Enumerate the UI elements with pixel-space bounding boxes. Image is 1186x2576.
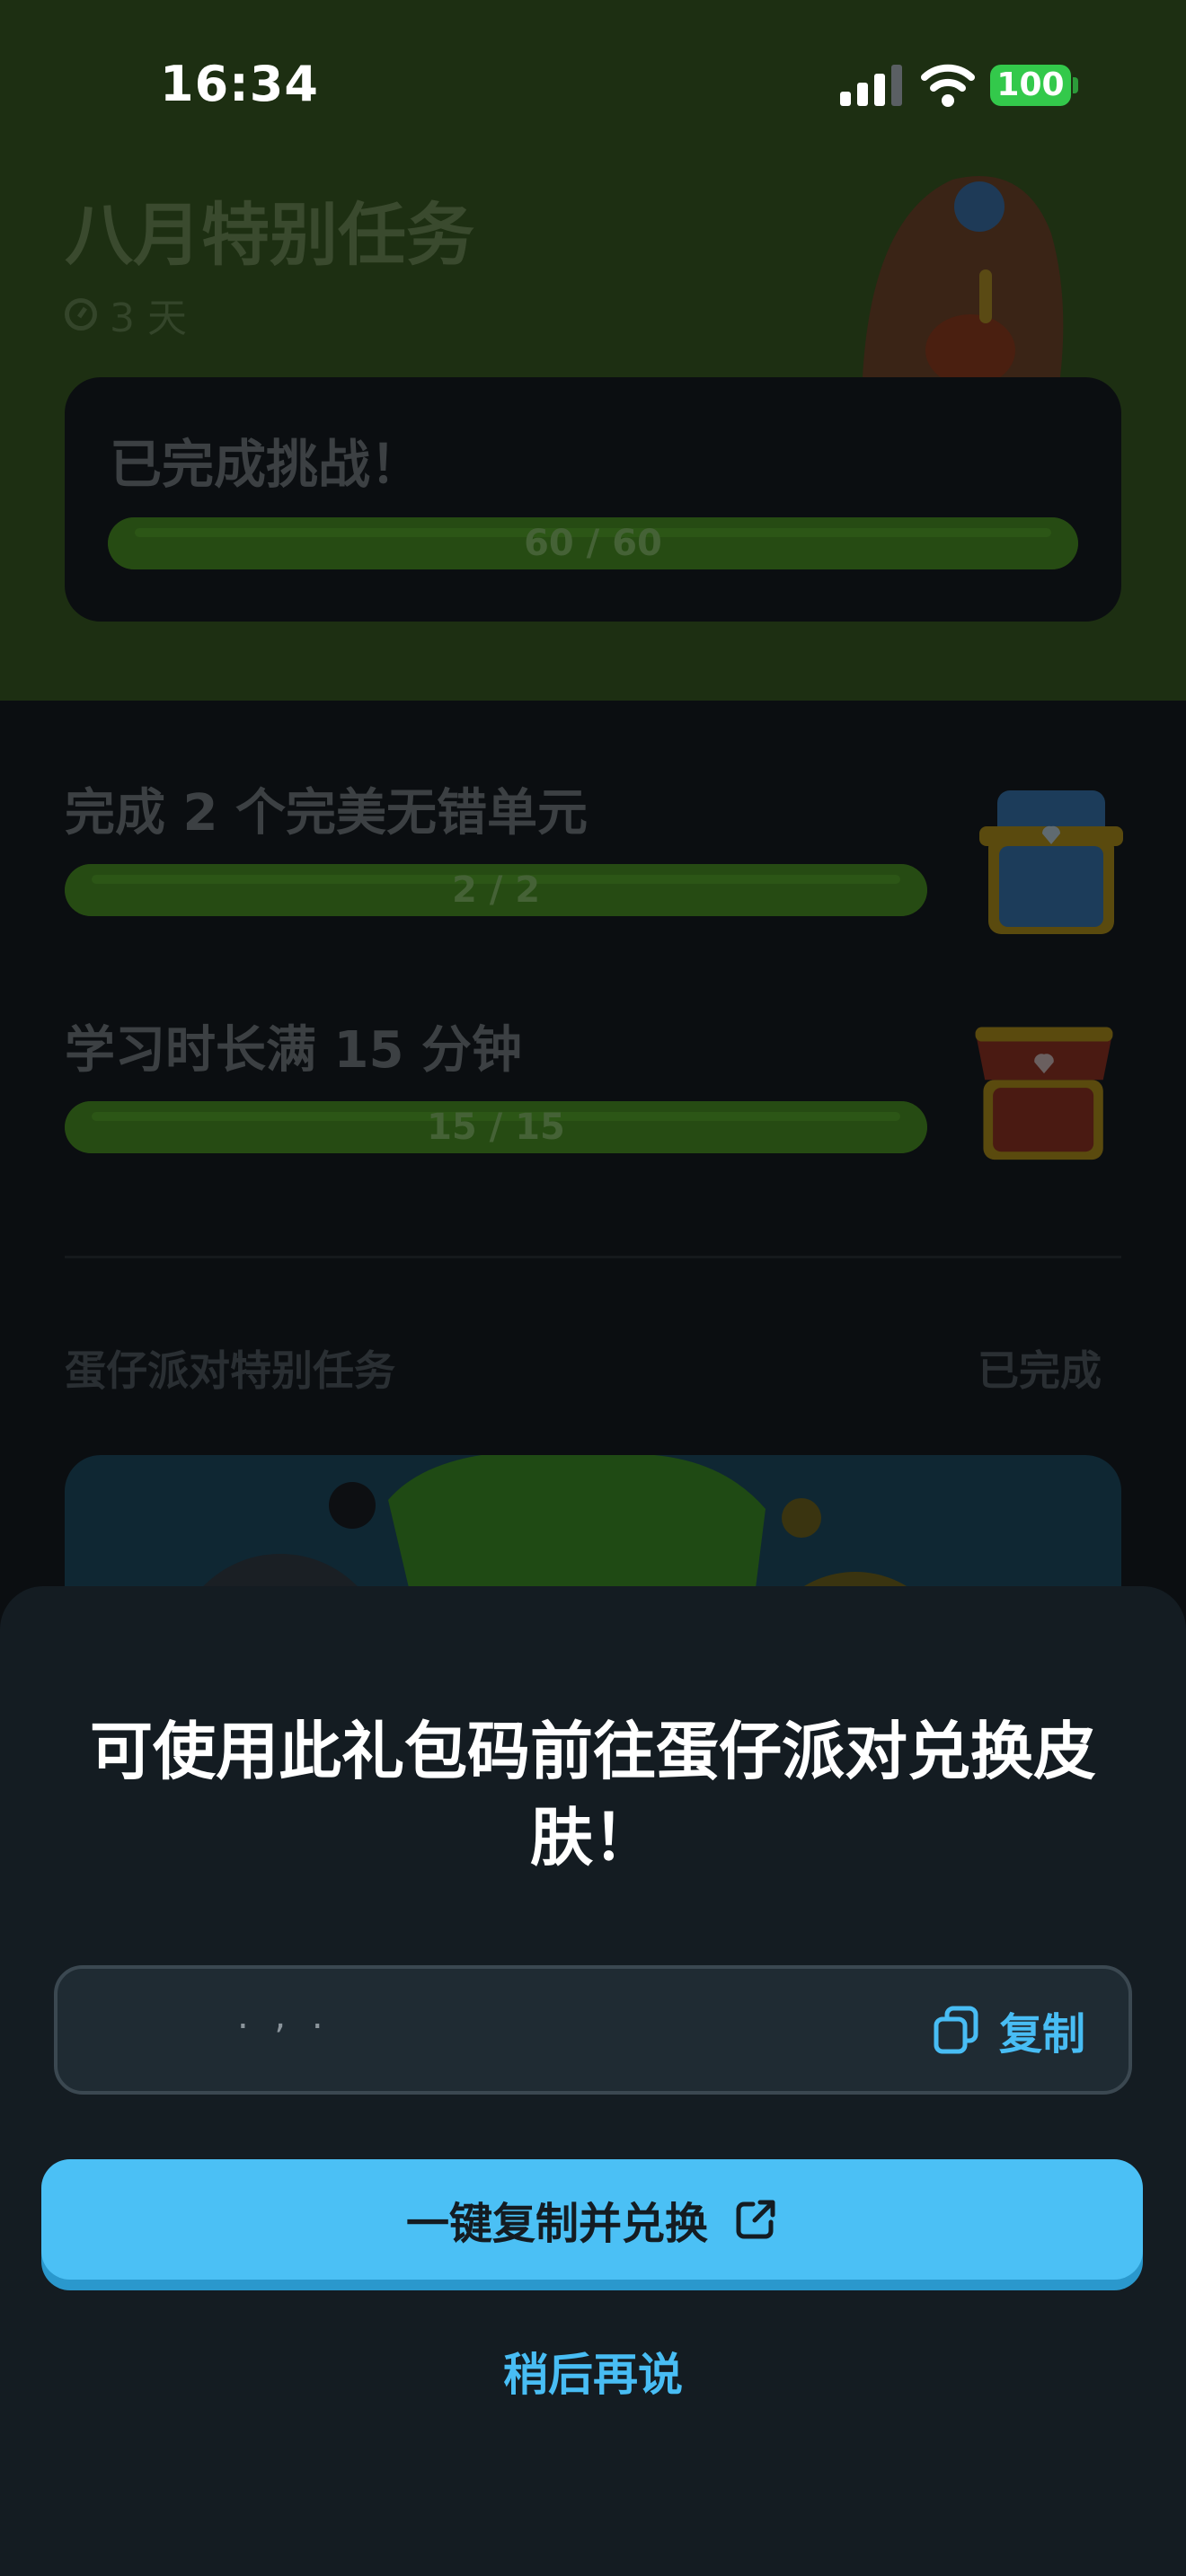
progress-label: 2 / 2 bbox=[451, 869, 541, 911]
quest-title: 八月特别任务 bbox=[65, 195, 474, 275]
sheet-title: 可使用此礼包码前往蛋仔派对兑换皮肤！ bbox=[90, 1715, 1096, 1875]
external-link-icon bbox=[736, 2200, 775, 2239]
copy-and-redeem-button[interactable]: 一键复制并兑换 bbox=[41, 2159, 1143, 2280]
challenge-label: 已完成挑战！ bbox=[110, 434, 423, 495]
status-time: 16:34 bbox=[160, 56, 319, 112]
copy-icon bbox=[934, 2006, 978, 2054]
gift-code-field[interactable]: . , . 复制 bbox=[54, 1965, 1132, 2095]
red-chest-icon bbox=[975, 1027, 1113, 1160]
task-progress-bar: 15 / 15 bbox=[65, 1101, 927, 1153]
gift-code-sheet: 可使用此礼包码前往蛋仔派对兑换皮肤！ . , . 复制 一键复制并兑换 稍后再说 bbox=[0, 1586, 1186, 2576]
section-divider bbox=[65, 1256, 1121, 1258]
progress-label: 60 / 60 bbox=[524, 523, 662, 564]
challenge-card: 已完成挑战！ 60 / 60 bbox=[65, 377, 1121, 622]
task-label: 学习时长满 15 分钟 bbox=[65, 1021, 522, 1080]
clock-icon bbox=[65, 298, 97, 331]
party-quest-title: 蛋仔派对特别任务 bbox=[65, 1346, 395, 1395]
progress-label: 15 / 15 bbox=[427, 1107, 565, 1148]
gift-code-value: . , . bbox=[237, 1996, 331, 2037]
party-quest-status: 已完成 bbox=[978, 1346, 1102, 1395]
cellular-signal-icon bbox=[840, 65, 902, 106]
later-button[interactable]: 稍后再说 bbox=[0, 2339, 1186, 2404]
blue-chest-icon bbox=[979, 790, 1123, 934]
bear-mascot-illustration bbox=[863, 176, 1064, 377]
task-label: 完成 2 个完美无错单元 bbox=[65, 784, 588, 842]
task-progress-bar: 2 / 2 bbox=[65, 864, 927, 916]
battery-tip bbox=[1073, 77, 1078, 93]
copy-button[interactable]: 复制 bbox=[933, 2001, 1085, 2060]
copy-label: 复制 bbox=[998, 2009, 1085, 2060]
quest-time-text: 3 天 bbox=[110, 296, 187, 341]
battery-indicator: 100 bbox=[990, 65, 1071, 106]
quest-time-left: 3 天 bbox=[65, 286, 187, 343]
status-bar: 16:34 100 bbox=[0, 0, 1186, 171]
copy-and-redeem-label: 一键复制并兑换 bbox=[405, 2199, 708, 2249]
wifi-icon bbox=[921, 64, 975, 107]
challenge-progress-bar: 60 / 60 bbox=[108, 517, 1078, 569]
